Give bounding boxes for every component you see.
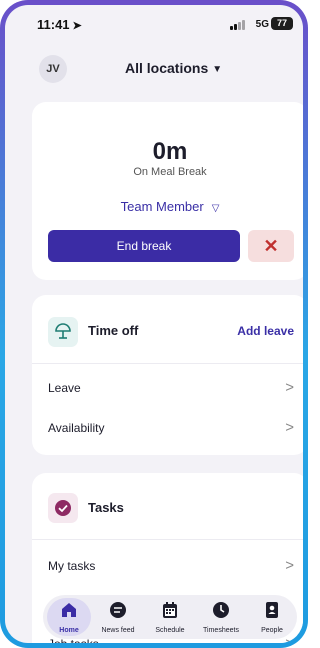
chevron-right-icon: >	[285, 635, 294, 648]
chat-icon	[110, 602, 126, 618]
tab-label: Home	[59, 627, 79, 634]
network-label: 5G	[255, 19, 269, 30]
tab-schedule[interactable]: Schedule	[145, 600, 195, 634]
umbrella-icon	[48, 317, 78, 347]
tab-label: People	[261, 627, 283, 634]
home-icon	[62, 603, 76, 617]
role-selector[interactable]: Team Member ▽	[32, 199, 303, 214]
chevron-down-icon: ▽	[211, 203, 220, 214]
add-leave-link[interactable]: Add leave	[237, 324, 294, 338]
status-time: 11:41 ➤	[37, 17, 82, 32]
location-arrow-icon: ➤	[72, 20, 82, 32]
clock-icon	[213, 602, 229, 618]
tab-timesheets[interactable]: Timesheets	[196, 600, 246, 634]
divider	[32, 363, 303, 364]
bottom-tab-bar: Home News feed Schedule Timesheets Peopl…	[43, 595, 297, 639]
close-button[interactable]: ✕	[248, 230, 294, 262]
break-card: 0m On Meal Break Team Member ▽ End break …	[32, 102, 303, 280]
divider	[32, 539, 303, 540]
chevron-down-icon: ▼	[212, 64, 223, 75]
list-item-leave[interactable]: Leave >	[48, 379, 294, 401]
break-state: On Meal Break	[133, 166, 207, 178]
chevron-right-icon: >	[285, 419, 294, 436]
break-duration: 0m	[152, 138, 188, 165]
signal-icon	[230, 20, 245, 30]
tab-people[interactable]: People	[247, 600, 297, 634]
calendar-icon	[163, 602, 177, 618]
chevron-right-icon: >	[285, 557, 294, 574]
tab-label: Timesheets	[203, 627, 239, 634]
tab-home[interactable]: Home	[44, 600, 94, 634]
list-item-availability[interactable]: Availability >	[48, 419, 294, 441]
end-break-button[interactable]: End break	[48, 230, 240, 262]
battery-icon: 77	[271, 17, 293, 30]
list-item-my-tasks[interactable]: My tasks >	[48, 557, 294, 579]
top-bar: JV All locations ▼	[5, 49, 303, 85]
tab-label: News feed	[101, 627, 135, 634]
status-bar: 11:41 ➤ 5G 77	[5, 17, 303, 37]
phone-frame: 11:41 ➤ 5G 77 JV All locations ▼ 0m On Mea…	[0, 0, 308, 648]
tasks-check-icon	[48, 493, 78, 523]
close-icon: ✕	[263, 235, 279, 256]
location-selector[interactable]: All locations ▼	[125, 60, 222, 76]
chevron-right-icon: >	[285, 379, 294, 396]
time-off-title: Time off	[88, 323, 139, 338]
tasks-title: Tasks	[88, 500, 124, 515]
tab-label: Schedule	[155, 627, 185, 634]
people-icon	[266, 602, 278, 618]
avatar[interactable]: JV	[39, 55, 67, 83]
tab-news-feed[interactable]: News feed	[93, 600, 143, 634]
time-off-card: Time off Add leave Leave > Availability >	[32, 295, 303, 455]
